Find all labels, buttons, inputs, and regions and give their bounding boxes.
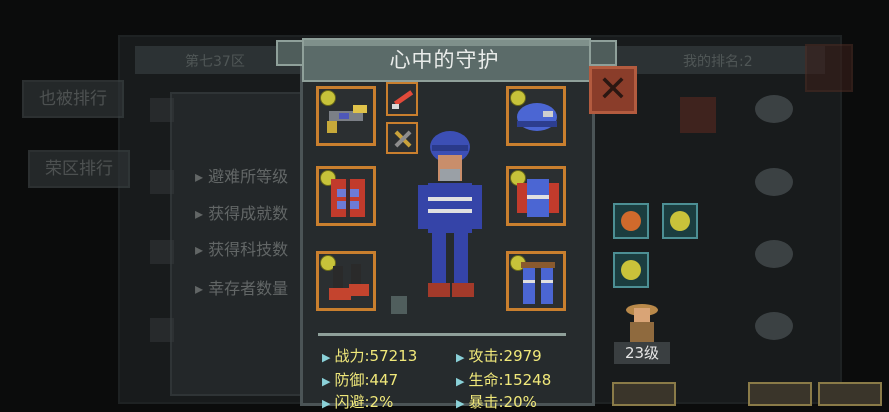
stat-attack: ▶ 攻击:2979 [456, 347, 542, 365]
equip-slot-boots[interactable] [316, 251, 376, 311]
character-sprite [418, 131, 482, 297]
background-row-icon [755, 240, 793, 268]
empty-slot-icon [391, 296, 407, 314]
vest-icon [331, 179, 365, 217]
companion-level-badge: 23级 [614, 342, 670, 364]
close-icon: ✕ [597, 69, 629, 110]
background-line-tech: ▸ 获得科技数 [195, 240, 289, 259]
equip-slot-jacket[interactable] [506, 166, 566, 226]
bottom-slot[interactable] [612, 382, 676, 406]
flame-skill-icon [621, 211, 641, 231]
laser-sword-icon [392, 90, 414, 109]
bottom-slot[interactable] [748, 382, 812, 406]
background-header-left: 第七37区 [185, 54, 245, 70]
stat-hp: ▶ 生命:15248 [456, 371, 552, 389]
equip-slot-pants[interactable] [506, 251, 566, 311]
shield-skill-icon [621, 260, 641, 280]
rifle-icon [327, 105, 367, 133]
gear-skill-icon [670, 211, 690, 231]
equip-slot-helmet[interactable] [506, 86, 566, 146]
background-row-icon [755, 312, 793, 340]
background-line-achievements: ▸ 获得成就数 [195, 204, 289, 223]
equip-slot-melee[interactable] [386, 82, 418, 116]
background-red-tile [680, 97, 716, 133]
boots-icon [329, 264, 369, 300]
jacket-icon [517, 179, 559, 217]
background-line-survivors: ▸ 幸存者数量 [195, 279, 289, 298]
background-side-icon [150, 240, 174, 264]
background-side-icon [150, 170, 174, 194]
tab-server-ranking[interactable]: 荣区排行 [28, 150, 130, 188]
stat-crit: ▶ 暴击:20% [456, 393, 537, 411]
background-line-shelter: ▸ 避难所等级 [195, 167, 289, 186]
skill-slot-1[interactable] [613, 203, 649, 239]
modal-title: 心中的守护 [389, 48, 500, 72]
stat-power: ▶ 战力:57213 [322, 347, 418, 365]
skill-slot-3[interactable] [613, 252, 649, 288]
bottom-slot[interactable] [818, 382, 882, 406]
background-row-icon [755, 95, 793, 123]
tab-world-ranking[interactable]: 也被排行 [22, 80, 124, 118]
stats-divider [318, 333, 566, 336]
pants-icon [521, 262, 555, 304]
helmet-icon [517, 103, 557, 131]
close-button[interactable]: ✕ [589, 66, 637, 114]
equip-slot-weapon[interactable] [316, 86, 376, 146]
stat-defense: ▶ 防御:447 [322, 371, 399, 389]
companion-avatar[interactable] [620, 300, 664, 346]
stat-dodge: ▶ 闪避:2% [322, 393, 394, 411]
background-side-icon [150, 318, 174, 342]
background-row-icon [755, 168, 793, 196]
background-side-icon [150, 98, 174, 122]
equip-slot-vest[interactable] [316, 166, 376, 226]
skill-slot-2[interactable] [662, 203, 698, 239]
background-header-right: 我的排名:2 [683, 54, 753, 70]
background-close-button[interactable] [805, 44, 853, 92]
